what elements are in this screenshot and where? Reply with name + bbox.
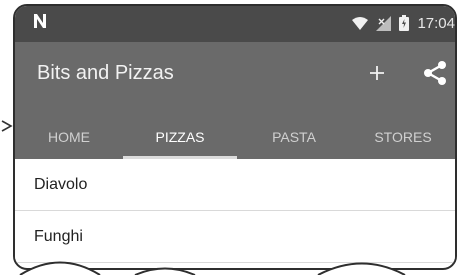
signal-icon xyxy=(376,15,392,31)
n-notification-icon xyxy=(33,13,53,33)
tab-pizzas[interactable]: PIZZAS xyxy=(123,114,237,159)
plus-icon xyxy=(370,66,384,80)
pizza-list: Diavolo Funghi xyxy=(15,159,455,263)
tab-label: STORES xyxy=(374,128,432,145)
battery-icon xyxy=(399,15,410,31)
list-item[interactable]: Diavolo xyxy=(15,159,455,211)
tab-label: PIZZAS xyxy=(155,128,205,145)
status-time: 17:04 xyxy=(417,14,455,32)
tab-pasta[interactable]: PASTA xyxy=(237,114,351,159)
share-button[interactable] xyxy=(417,55,453,91)
phone-screen: 17:04 Bits and Pizzas HOME PIZZAS PASTA xyxy=(13,4,457,270)
hand-illustration xyxy=(19,261,406,275)
tab-stores[interactable]: STORES xyxy=(351,114,455,159)
app-title: Bits and Pizzas xyxy=(37,62,174,84)
list-item-label: Funghi xyxy=(34,227,83,245)
list-item-label: Diavolo xyxy=(34,175,88,193)
app-toolbar: Bits and Pizzas xyxy=(15,42,455,114)
status-icons: 17:04 xyxy=(352,13,455,33)
status-bar: 17:04 xyxy=(15,6,455,42)
tab-label: PASTA xyxy=(272,128,316,145)
tab-label: HOME xyxy=(48,128,90,145)
share-icon xyxy=(424,61,446,85)
tab-bar: HOME PIZZAS PASTA STORES xyxy=(15,114,455,159)
wifi-icon xyxy=(352,17,369,30)
tab-home[interactable]: HOME xyxy=(15,114,123,159)
add-button[interactable] xyxy=(361,57,393,89)
